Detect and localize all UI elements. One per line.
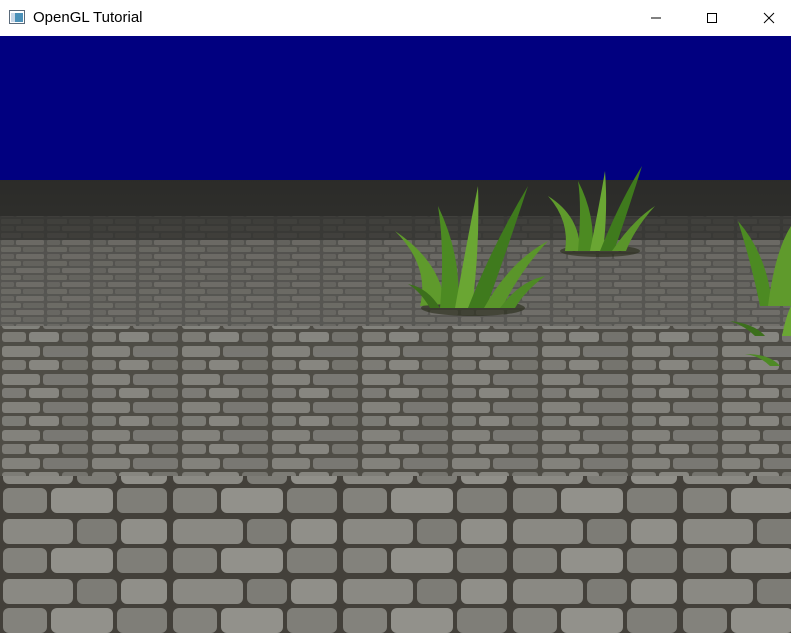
grass-layer [395,166,791,366]
window-title: OpenGL Tutorial [33,9,143,26]
opengl-viewport[interactable] [0,36,791,633]
close-button[interactable] [740,0,791,36]
minimize-icon [651,17,661,19]
grass-patch [548,166,655,257]
window-app-icon [9,10,25,24]
app-window: OpenGL Tutorial [0,0,791,633]
maximize-icon [707,13,717,23]
title-bar[interactable]: OpenGL Tutorial [0,0,791,36]
maximize-button[interactable] [683,0,741,36]
grass-patch [730,221,791,366]
grass-patch [395,186,548,316]
close-icon [763,12,775,24]
minimize-button[interactable] [627,0,685,36]
